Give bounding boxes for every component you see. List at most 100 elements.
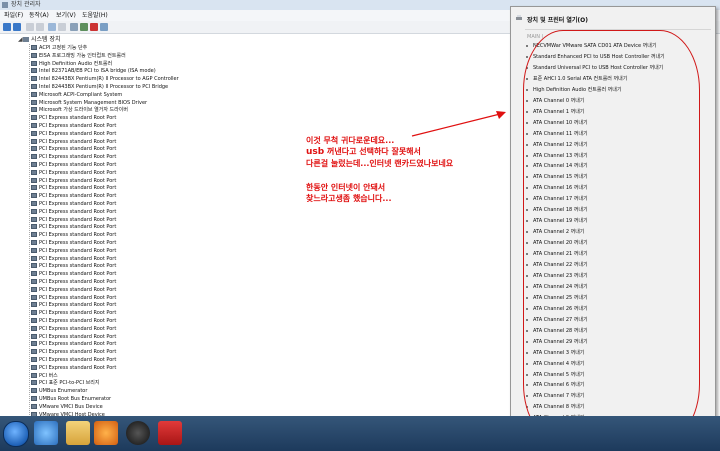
annotation-line-5: 찾느라고생좀 했습니다... bbox=[306, 194, 392, 203]
tree-node-system-devices[interactable]: ◢ 시스템 장치 bbox=[18, 36, 61, 44]
annotation-line-2-rest: 꺼낸다고 선택하다 잘못해서 bbox=[324, 147, 421, 156]
device-row[interactable]: PCI Express standard Root Port bbox=[31, 192, 116, 200]
device-row[interactable]: PCI Express standard Root Port bbox=[31, 309, 116, 317]
device-row[interactable]: PCI Express standard Root Port bbox=[31, 262, 116, 270]
uninstall-icon[interactable] bbox=[90, 23, 98, 31]
device-row[interactable]: PCI Express standard Root Port bbox=[31, 208, 116, 216]
device-label: PCI Express standard Root Port bbox=[39, 341, 117, 348]
device-row[interactable]: PCI Express standard Root Port bbox=[31, 317, 116, 325]
camera-icon[interactable] bbox=[126, 421, 150, 445]
device-icon bbox=[31, 99, 37, 105]
device-label: PCI Express standard Root Port bbox=[39, 146, 117, 153]
device-row[interactable]: PCI Express standard Root Port bbox=[31, 286, 116, 294]
scan-hardware-icon[interactable] bbox=[100, 23, 108, 31]
annotation-line-1: 이것 무척 귀다로운데요... bbox=[306, 136, 395, 145]
bullet-icon bbox=[526, 55, 528, 58]
device-row[interactable]: EISA 프로그래밍 가능 인터럽트 컨트롤러 bbox=[31, 52, 126, 60]
device-row[interactable]: PCI Express standard Root Port bbox=[31, 223, 116, 231]
device-row[interactable]: PCI Express standard Root Port bbox=[31, 200, 116, 208]
device-row[interactable]: PCI Express standard Root Port bbox=[31, 348, 116, 356]
help-icon[interactable] bbox=[48, 23, 56, 31]
device-row[interactable]: PCI 버스 bbox=[31, 372, 58, 380]
device-label: PCI Express standard Root Port bbox=[39, 232, 117, 239]
device-row[interactable]: Intel 82443BX Pentium(R) II Processor to… bbox=[31, 83, 168, 91]
device-row[interactable]: PCI Express standard Root Port bbox=[31, 114, 116, 122]
device-row[interactable]: PCI Express standard Root Port bbox=[31, 247, 116, 255]
annotation-line-4: 한동안 인터넷이 안돼서 bbox=[306, 183, 386, 192]
device-icon bbox=[31, 224, 37, 230]
annotation-usb: usb bbox=[306, 147, 325, 157]
device-icon bbox=[31, 68, 37, 74]
device-label: PCI Express standard Root Port bbox=[39, 333, 117, 340]
device-row[interactable]: PCI Express standard Root Port bbox=[31, 255, 116, 263]
eject-usb-icon[interactable] bbox=[158, 421, 182, 445]
device-row[interactable]: PCI Express standard Root Port bbox=[31, 169, 116, 177]
menu-file[interactable]: 파일(F) bbox=[4, 10, 23, 21]
device-icon bbox=[31, 341, 37, 347]
tree-node-label: 시스템 장치 bbox=[31, 36, 61, 43]
forward-icon[interactable] bbox=[13, 23, 21, 31]
menu-help[interactable]: 도움말(H) bbox=[82, 10, 108, 21]
device-row[interactable]: PCI Express standard Root Port bbox=[31, 325, 116, 333]
device-row[interactable]: Microsoft System Management BIOS Driver bbox=[31, 99, 147, 107]
device-row[interactable]: UMBus Root Bus Enumerator bbox=[31, 395, 111, 403]
device-row[interactable]: PCI Express standard Root Port bbox=[31, 161, 116, 169]
device-row[interactable]: PCI Express standard Root Port bbox=[31, 364, 116, 372]
device-row[interactable]: Intel 82443BX Pentium(R) II Processor to… bbox=[31, 75, 179, 83]
monitor-icon[interactable] bbox=[70, 23, 78, 31]
device-row[interactable]: UMBus Enumerator bbox=[31, 387, 87, 395]
device-label: PCI Express standard Root Port bbox=[39, 216, 117, 223]
menu-view[interactable]: 보기(V) bbox=[56, 10, 76, 21]
internet-explorer-icon[interactable] bbox=[34, 421, 58, 445]
device-row[interactable]: Microsoft 가상 드라이브 열거자 드라이버 bbox=[31, 106, 128, 114]
list-view-icon[interactable] bbox=[36, 23, 44, 31]
device-icon bbox=[31, 60, 37, 66]
device-icon bbox=[31, 130, 37, 136]
device-row[interactable]: ACPI 고정된 기능 단추 bbox=[31, 44, 87, 52]
device-row[interactable]: PCI Express standard Root Port bbox=[31, 153, 116, 161]
device-icon bbox=[31, 403, 37, 409]
device-icon bbox=[31, 216, 37, 222]
device-row[interactable]: PCI Express standard Root Port bbox=[31, 333, 116, 341]
device-row[interactable]: PCI Express standard Root Port bbox=[31, 301, 116, 309]
device-row[interactable]: PCI Express standard Root Port bbox=[31, 177, 116, 185]
device-icon bbox=[31, 91, 37, 97]
device-row[interactable]: PCI Express standard Root Port bbox=[31, 356, 116, 364]
device-row[interactable]: VMware VMCI Bus Device bbox=[31, 403, 103, 411]
device-icon bbox=[31, 333, 37, 339]
grid-view-icon[interactable] bbox=[58, 23, 66, 31]
device-row[interactable]: PCI Express standard Root Port bbox=[31, 122, 116, 130]
device-row[interactable]: PCI Express standard Root Port bbox=[31, 138, 116, 146]
device-row[interactable]: PCI 표준 PCI-to-PCI 브리지 bbox=[31, 379, 99, 387]
properties-icon[interactable] bbox=[26, 23, 34, 31]
media-player-icon[interactable] bbox=[94, 421, 118, 445]
device-label: PCI Express standard Root Port bbox=[39, 349, 117, 356]
device-row[interactable]: PCI Express standard Root Port bbox=[31, 340, 116, 348]
update-driver-icon[interactable] bbox=[80, 23, 88, 31]
annotation-line-3: 다른걸 눌렀는데...인터넷 랜카드였나보네요 bbox=[306, 159, 454, 168]
device-row[interactable]: PCI Express standard Root Port bbox=[31, 231, 116, 239]
device-row[interactable]: PCI Express standard Root Port bbox=[31, 216, 116, 224]
menu-action[interactable]: 동작(A) bbox=[29, 10, 49, 21]
device-row[interactable]: PCI Express standard Root Port bbox=[31, 278, 116, 286]
device-icon bbox=[31, 201, 37, 206]
device-row[interactable]: PCI Express standard Root Port bbox=[31, 239, 116, 247]
device-row[interactable]: PCI Express standard Root Port bbox=[31, 184, 116, 192]
device-row[interactable]: High Definition Audio 컨트롤러 bbox=[31, 60, 112, 68]
device-row[interactable]: PCI Express standard Root Port bbox=[31, 145, 116, 153]
device-icon bbox=[31, 146, 37, 152]
open-devices-printers-item[interactable]: 장치 및 프린터 열기(O) bbox=[527, 15, 588, 24]
device-icon bbox=[31, 162, 37, 167]
device-label: PCI Express standard Root Port bbox=[39, 247, 117, 254]
device-row[interactable]: Intel 82371AB/EB PCI to ISA bridge (ISA … bbox=[31, 67, 156, 75]
device-row[interactable]: PCI Express standard Root Port bbox=[31, 270, 116, 278]
folder-icon[interactable] bbox=[66, 421, 90, 445]
back-icon[interactable] bbox=[3, 23, 11, 31]
windows-orb-icon[interactable] bbox=[3, 421, 29, 447]
device-label: PCI Express standard Root Port bbox=[39, 364, 117, 371]
device-row[interactable]: Microsoft ACPI-Compliant System bbox=[31, 91, 122, 99]
device-label: Intel 82371AB/EB PCI to ISA bridge (ISA … bbox=[39, 68, 156, 75]
device-row[interactable]: PCI Express standard Root Port bbox=[31, 294, 116, 302]
device-row[interactable]: PCI Express standard Root Port bbox=[31, 130, 116, 138]
printer-icon bbox=[516, 15, 522, 20]
